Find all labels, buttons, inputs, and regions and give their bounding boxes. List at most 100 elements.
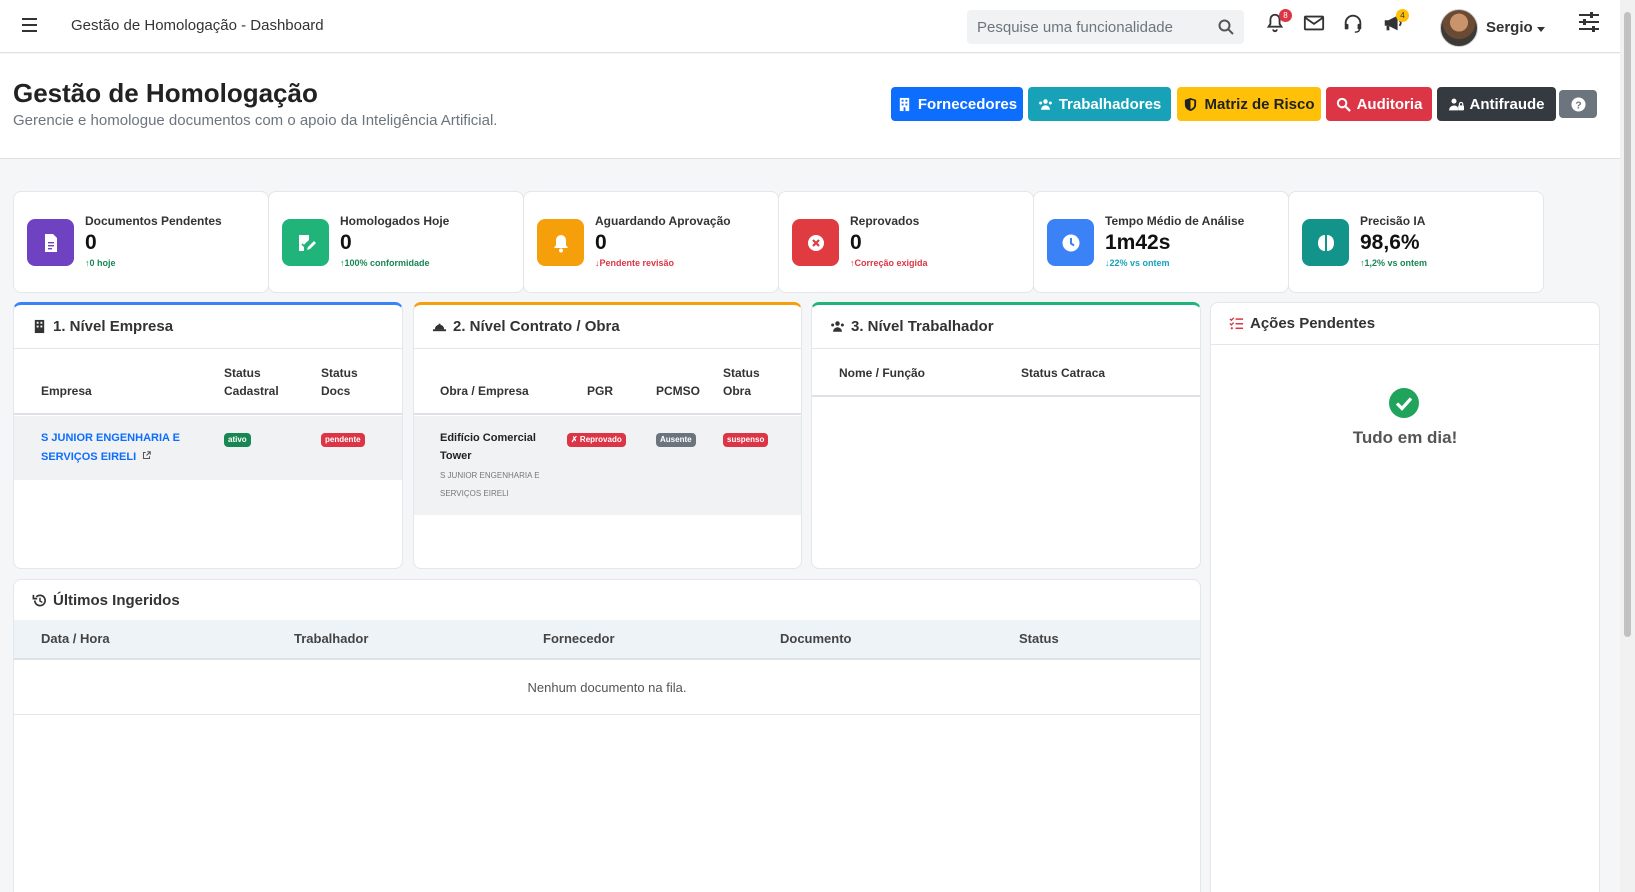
document-icon bbox=[27, 219, 74, 266]
contrato-table-header: Obra / Empresa PGR PCMSO Status Obra bbox=[414, 349, 801, 415]
col-status-docs-1: Status bbox=[321, 366, 358, 380]
help-button[interactable]: ? bbox=[1559, 90, 1597, 118]
stat-label: Reprovados bbox=[850, 214, 920, 228]
stat-label: Precisão IA bbox=[1360, 214, 1426, 228]
stat-trend-text: 22% vs ontem bbox=[1109, 258, 1170, 268]
stat-trend: ↑0 hoje bbox=[85, 258, 116, 268]
col-obra-empresa: Obra / Empresa bbox=[440, 384, 529, 398]
col-status-catraca: Status Catraca bbox=[1021, 366, 1106, 380]
svg-text:?: ? bbox=[1575, 100, 1581, 111]
notifications-bell-icon[interactable]: 8 bbox=[1264, 9, 1292, 36]
nivel-empresa-title: 1. Nível Empresa bbox=[14, 305, 402, 349]
nav-title: Gestão de Homologação - Dashboard bbox=[71, 17, 324, 34]
user-dropdown-caret-icon[interactable] bbox=[1537, 27, 1545, 32]
obra-company: S JUNIOR ENGENHARIA E SERVIÇOS EIRELI bbox=[440, 471, 540, 498]
mail-icon[interactable] bbox=[1303, 12, 1327, 36]
antifraude-button[interactable]: Antifraude bbox=[1437, 87, 1556, 121]
users-icon bbox=[831, 321, 844, 332]
nivel-contrato-label: 2. Nível Contrato / Obra bbox=[453, 318, 620, 335]
stat-trend: ↑100% conformidade bbox=[340, 258, 430, 268]
col-nome-funcao: Nome / Função bbox=[839, 366, 926, 380]
stat-trend-text: Pendente revisão bbox=[599, 258, 675, 268]
megaphone-icon[interactable]: 4 bbox=[1381, 9, 1409, 36]
avatar[interactable] bbox=[1440, 9, 1478, 47]
building-icon bbox=[34, 319, 45, 334]
edit-check-icon bbox=[282, 219, 329, 266]
stat-value: 1m42s bbox=[1105, 231, 1171, 254]
empty-state-text: Tudo em dia! bbox=[1352, 428, 1458, 447]
bell-icon bbox=[537, 219, 584, 266]
trabalhador-table-header: Nome / Função Status Catraca bbox=[812, 349, 1200, 397]
col-fornecedor: Fornecedor bbox=[543, 631, 615, 646]
ultimos-ingeridos-panel: Últimos Ingeridos Data / Hora Trabalhado… bbox=[13, 579, 1201, 892]
stat-label: Aguardando Aprovação bbox=[595, 214, 731, 228]
stat-value: 0 bbox=[595, 231, 607, 254]
page-subtitle: Gerencie e homologue documentos com o ap… bbox=[13, 112, 498, 129]
stat-card: Aguardando Aprovação 0 ↓Pendente revisão bbox=[523, 191, 779, 293]
col-pcmso: PCMSO bbox=[656, 384, 701, 398]
user-name[interactable]: Sergio bbox=[1486, 19, 1533, 36]
auditoria-label: Auditoria bbox=[1356, 95, 1423, 113]
col-pgr: PGR bbox=[587, 384, 614, 398]
nivel-trabalhador-label: 3. Nível Trabalhador bbox=[851, 318, 994, 335]
table-row[interactable]: Edifício Comercial Tower S JUNIOR ENGENH… bbox=[414, 416, 801, 515]
history-icon bbox=[32, 593, 46, 606]
status-badge: ativo bbox=[224, 433, 251, 447]
stat-card: Homologados Hoje 0 ↑100% conformidade bbox=[268, 191, 524, 293]
menu-toggle-icon[interactable] bbox=[22, 18, 37, 32]
company-name: S JUNIOR ENGENHARIA E SERVIÇOS EIRELI bbox=[41, 432, 180, 463]
brain-icon bbox=[1302, 219, 1349, 266]
stat-label: Documentos Pendentes bbox=[85, 214, 222, 228]
ultimos-ingeridos-label: Últimos Ingeridos bbox=[53, 591, 180, 609]
nivel-contrato-panel: 2. Nível Contrato / Obra Obra / Empresa … bbox=[413, 302, 802, 569]
stat-label: Homologados Hoje bbox=[340, 214, 450, 228]
stat-value: 0 bbox=[340, 231, 352, 254]
stat-trend-text: 100% conformidade bbox=[344, 258, 430, 268]
external-link-icon bbox=[143, 451, 151, 460]
hard-hat-icon bbox=[432, 323, 447, 332]
status-badge: pendente bbox=[321, 433, 365, 447]
fornecedores-label: Fornecedores bbox=[917, 95, 1018, 113]
table-row[interactable]: S JUNIOR ENGENHARIA E SERVIÇOS EIRELI at… bbox=[14, 416, 402, 480]
col-documento: Documento bbox=[780, 631, 852, 646]
fornecedores-button[interactable]: Fornecedores bbox=[891, 87, 1023, 121]
stat-card: Reprovados 0 ↑Correção exigida bbox=[778, 191, 1034, 293]
antifraude-label: Antifraude bbox=[1469, 95, 1545, 113]
page-title: Gestão de Homologação bbox=[13, 78, 318, 108]
col-status-obra-1: Status bbox=[723, 366, 760, 380]
obra-name: Edifício Comercial Tower bbox=[440, 432, 536, 462]
nivel-trabalhador-title: 3. Nível Trabalhador bbox=[812, 305, 1200, 349]
search-input[interactable] bbox=[967, 10, 1197, 44]
auditoria-button[interactable]: Auditoria bbox=[1326, 87, 1432, 121]
trabalhadores-label: Trabalhadores bbox=[1058, 95, 1162, 113]
empresa-table-header: Empresa Status Cadastral Status Docs bbox=[14, 349, 402, 415]
tasks-list-icon bbox=[1229, 317, 1244, 330]
users-icon bbox=[1038, 98, 1052, 110]
user-lock-icon bbox=[1448, 98, 1464, 110]
company-link[interactable]: S JUNIOR ENGENHARIA E SERVIÇOS EIRELI bbox=[41, 429, 191, 467]
stat-value: 98,6% bbox=[1360, 231, 1420, 254]
acoes-pendentes-panel: Ações Pendentes Tudo em dia! bbox=[1210, 302, 1600, 892]
page-scrollbar[interactable] bbox=[1620, 0, 1635, 892]
stat-trend: ↓Pendente revisão bbox=[595, 258, 674, 268]
stat-trend-text: 1,2% vs ontem bbox=[1364, 258, 1428, 268]
stat-card: Precisão IA 98,6% ↑1,2% vs ontem bbox=[1288, 191, 1544, 293]
magnifier-icon bbox=[1336, 97, 1351, 112]
col-empresa: Empresa bbox=[41, 384, 92, 398]
nivel-empresa-panel: 1. Nível Empresa Empresa Status Cadastra… bbox=[13, 302, 403, 569]
col-status-obra-2: Obra bbox=[723, 384, 752, 398]
matriz-risco-button[interactable]: Matriz de Risco bbox=[1177, 87, 1321, 121]
question-circle-icon: ? bbox=[1570, 96, 1586, 112]
col-data-hora: Data / Hora bbox=[41, 631, 110, 646]
trabalhadores-button[interactable]: Trabalhadores bbox=[1028, 87, 1171, 121]
col-trabalhador: Trabalhador bbox=[294, 631, 369, 646]
status-badge: Ausente bbox=[656, 433, 696, 447]
stat-trend-text: Correção exigida bbox=[854, 258, 928, 268]
search-icon[interactable] bbox=[1218, 19, 1234, 35]
sliders-settings-icon[interactable] bbox=[1578, 12, 1600, 32]
headset-icon[interactable] bbox=[1342, 12, 1366, 36]
acoes-pendentes-title: Ações Pendentes bbox=[1211, 303, 1599, 345]
x-circle-icon bbox=[792, 219, 839, 266]
stat-value: 0 bbox=[850, 231, 862, 254]
search-box bbox=[967, 10, 1244, 44]
